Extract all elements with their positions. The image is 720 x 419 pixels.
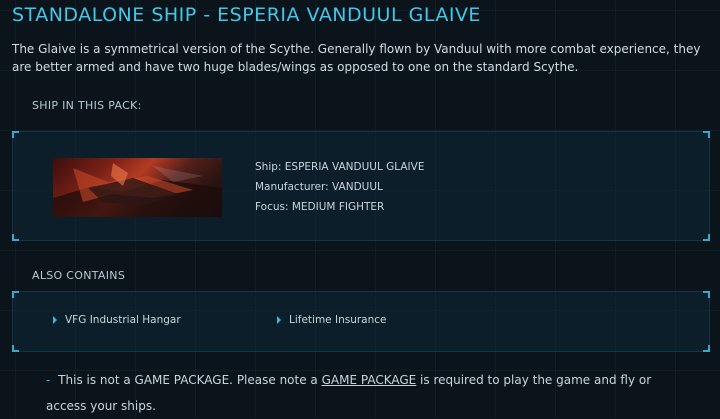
contains-item-hangar: VFG Industrial Hangar xyxy=(53,314,181,326)
page-title: STANDALONE SHIP - ESPERIA VANDUUL GLAIVE xyxy=(12,4,481,26)
ship-description: The Glaive is a symmetrical version of t… xyxy=(12,42,701,74)
also-contains-panel: VFG Industrial Hangar Lifetime Insurance xyxy=(12,291,710,352)
ship-thumbnail[interactable] xyxy=(53,158,222,217)
ship-focus: Focus: MEDIUM FIGHTER xyxy=(255,201,385,213)
contains-item-insurance: Lifetime Insurance xyxy=(277,314,387,326)
bullet-icon xyxy=(53,316,57,324)
ship-panel: Ship: ESPERIA VANDUUL GLAIVE Manufacture… xyxy=(12,131,710,241)
ship-name: Ship: ESPERIA VANDUUL GLAIVE xyxy=(255,161,425,173)
ship-manufacturer: Manufacturer: VANDUUL xyxy=(255,181,383,193)
bullet-icon xyxy=(277,316,281,324)
note-text-before: This is not a GAME PACKAGE. Please note … xyxy=(58,373,322,387)
contains-item-label: VFG Industrial Hangar xyxy=(65,314,181,326)
also-contains-label: ALSO CONTAINS xyxy=(32,269,126,282)
game-package-link[interactable]: GAME PACKAGE xyxy=(322,373,417,387)
dash-icon: - xyxy=(46,373,51,387)
ship-section-label: SHIP IN THIS PACK: xyxy=(32,99,142,112)
game-package-note: - This is not a GAME PACKAGE. Please not… xyxy=(46,367,686,419)
ship-info: Ship: ESPERIA VANDUUL GLAIVE Manufacture… xyxy=(255,157,424,217)
contains-item-label: Lifetime Insurance xyxy=(289,314,387,326)
